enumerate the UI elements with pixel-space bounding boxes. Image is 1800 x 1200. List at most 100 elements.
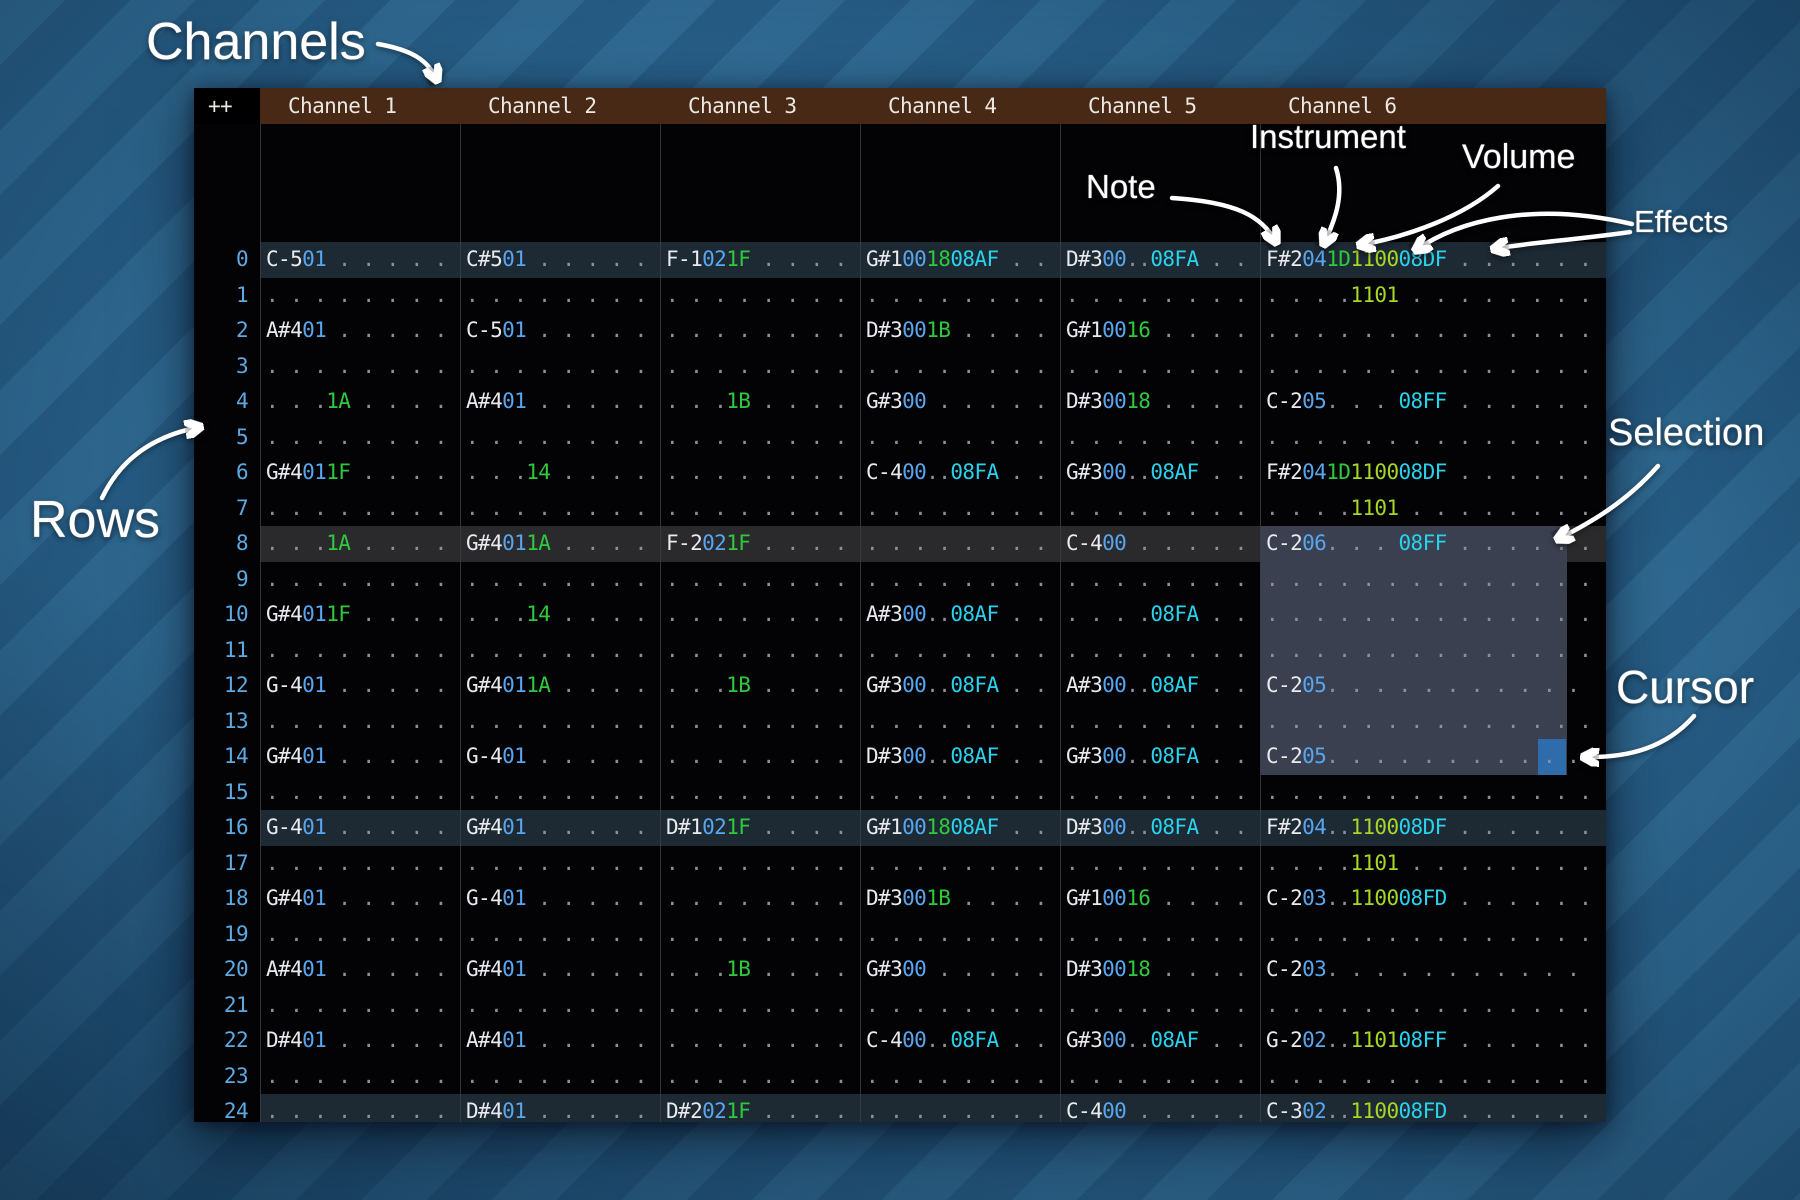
pattern-cell-r12-ch6[interactable]: C-205. . . . . . . . . . .: [1260, 668, 1606, 704]
pattern-cell-r10-ch5[interactable]: . . . .08FA . .: [1060, 597, 1260, 633]
pattern-cell-r7-ch3[interactable]: . . . . . . . .: [660, 491, 860, 527]
pattern-cell-r16-ch1[interactable]: G-401 . . . . .: [260, 810, 460, 846]
pattern-cell-r16-ch5[interactable]: D#300..08FA . .: [1060, 810, 1260, 846]
pattern-cell-r22-ch3[interactable]: . . . . . . . .: [660, 1023, 860, 1059]
pattern-cell-r19-ch4[interactable]: . . . . . . . .: [860, 917, 1060, 953]
pattern-cell-r8-ch6[interactable]: C-206. . . 08FF . . . . . .: [1260, 526, 1606, 562]
pattern-cell-r3-ch4[interactable]: . . . . . . . .: [860, 349, 1060, 385]
pattern-cell-r9-ch6[interactable]: . . . . . . . . . . . . . .: [1260, 562, 1606, 598]
pattern-cell-r10-ch3[interactable]: . . . . . . . .: [660, 597, 860, 633]
pattern-cell-r10-ch6[interactable]: . . . . . . . . . . . . . .: [1260, 597, 1606, 633]
pattern-cell-r16-ch6[interactable]: F#204..110008DF . . . . . .: [1260, 810, 1606, 846]
pattern-cell-r12-ch5[interactable]: A#300..08AF . .: [1060, 668, 1260, 704]
pattern-cell-r13-ch4[interactable]: . . . . . . . .: [860, 704, 1060, 740]
pattern-cell-r9-ch4[interactable]: . . . . . . . .: [860, 562, 1060, 598]
pattern-cell-r15-ch3[interactable]: . . . . . . . .: [660, 775, 860, 811]
pattern-cell-r16-ch2[interactable]: G#401 . . . . .: [460, 810, 660, 846]
pattern-cell-r18-ch6[interactable]: C-203..110008FD . . . . . .: [1260, 881, 1606, 917]
pattern-cell-r4-ch3[interactable]: . . .1B . . . .: [660, 384, 860, 420]
pattern-cell-r19-ch6[interactable]: . . . . . . . . . . . . . .: [1260, 917, 1606, 953]
pattern-cell-r12-ch4[interactable]: G#300..08FA . .: [860, 668, 1060, 704]
pattern-cell-r6-ch2[interactable]: . . .14 . . . .: [460, 455, 660, 491]
pattern-cell-r22-ch2[interactable]: A#401 . . . . .: [460, 1023, 660, 1059]
pattern-cell-r17-ch3[interactable]: . . . . . . . .: [660, 846, 860, 882]
pattern-cell-r20-ch6[interactable]: C-203. . . . . . . . . . .: [1260, 952, 1606, 988]
pattern-cell-r23-ch2[interactable]: . . . . . . . .: [460, 1059, 660, 1095]
pattern-cell-r6-ch1[interactable]: G#4011F . . . .: [260, 455, 460, 491]
pattern-cell-r21-ch1[interactable]: . . . . . . . .: [260, 988, 460, 1024]
pattern-cell-r3-ch3[interactable]: . . . . . . . .: [660, 349, 860, 385]
pattern-cell-r2-ch3[interactable]: . . . . . . . .: [660, 313, 860, 349]
pattern-cell-r7-ch1[interactable]: . . . . . . . .: [260, 491, 460, 527]
pattern-cell-r7-ch5[interactable]: . . . . . . . .: [1060, 491, 1260, 527]
channel-header-5[interactable]: Channel 5: [1060, 88, 1260, 124]
pattern-cell-r0-ch1[interactable]: C-501 . . . . .: [260, 242, 460, 278]
channel-header-1[interactable]: Channel 1: [260, 88, 460, 124]
pattern-cell-r8-ch2[interactable]: G#4011A . . . .: [460, 526, 660, 562]
pattern-cell-r21-ch5[interactable]: . . . . . . . .: [1060, 988, 1260, 1024]
pattern-cell-r1-ch1[interactable]: . . . . . . . .: [260, 278, 460, 314]
pattern-cell-r9-ch3[interactable]: . . . . . . . .: [660, 562, 860, 598]
pattern-cell-r20-ch2[interactable]: G#401 . . . . .: [460, 952, 660, 988]
pattern-cell-r19-ch2[interactable]: . . . . . . . .: [460, 917, 660, 953]
pattern-cell-r24-ch5[interactable]: C-400 . . . . .: [1060, 1094, 1260, 1122]
pattern-cell-r8-ch4[interactable]: . . . . . . . .: [860, 526, 1060, 562]
pattern-cell-r23-ch3[interactable]: . . . . . . . .: [660, 1059, 860, 1095]
pattern-cell-r22-ch4[interactable]: C-400..08FA . .: [860, 1023, 1060, 1059]
pattern-cell-r1-ch3[interactable]: . . . . . . . .: [660, 278, 860, 314]
pattern-cell-r24-ch1[interactable]: . . . . . . . .: [260, 1094, 460, 1122]
pattern-cell-r21-ch6[interactable]: . . . . . . . . . . . . . .: [1260, 988, 1606, 1024]
pattern-cell-r16-ch4[interactable]: G#1001808AF . .: [860, 810, 1060, 846]
pattern-cell-r23-ch6[interactable]: . . . . . . . . . . . . . .: [1260, 1059, 1606, 1095]
pattern-cell-r20-ch5[interactable]: D#30018 . . . .: [1060, 952, 1260, 988]
pattern-cell-r23-ch1[interactable]: . . . . . . . .: [260, 1059, 460, 1095]
pattern-cell-r6-ch5[interactable]: G#300..08AF . .: [1060, 455, 1260, 491]
pattern-cell-r19-ch3[interactable]: . . . . . . . .: [660, 917, 860, 953]
pattern-cell-r24-ch2[interactable]: D#401 . . . . .: [460, 1094, 660, 1122]
pattern-cell-r2-ch4[interactable]: D#3001B . . . .: [860, 313, 1060, 349]
pattern-cell-r22-ch1[interactable]: D#401 . . . . .: [260, 1023, 460, 1059]
pattern-cell-r13-ch2[interactable]: . . . . . . . .: [460, 704, 660, 740]
pattern-cell-r4-ch6[interactable]: C-205. . . 08FF . . . . . .: [1260, 384, 1606, 420]
pattern-cell-r9-ch1[interactable]: . . . . . . . .: [260, 562, 460, 598]
pattern-cell-r21-ch3[interactable]: . . . . . . . .: [660, 988, 860, 1024]
pattern-cell-r11-ch1[interactable]: . . . . . . . .: [260, 633, 460, 669]
pattern-cell-r14-ch2[interactable]: G-401 . . . . .: [460, 739, 660, 775]
pattern-cell-r0-ch5[interactable]: D#300..08FA . .: [1060, 242, 1260, 278]
pattern-cell-r18-ch2[interactable]: G-401 . . . . .: [460, 881, 660, 917]
pattern-cell-r5-ch5[interactable]: . . . . . . . .: [1060, 420, 1260, 456]
channel-header-4[interactable]: Channel 4: [860, 88, 1060, 124]
pattern-cell-r4-ch4[interactable]: G#300 . . . . .: [860, 384, 1060, 420]
pattern-grid[interactable]: 0C-501 . . . . .C#501 . . . . .F-1021F .…: [194, 242, 1606, 1122]
pattern-cell-r3-ch2[interactable]: . . . . . . . .: [460, 349, 660, 385]
pattern-cell-r5-ch1[interactable]: . . . . . . . .: [260, 420, 460, 456]
channel-header-2[interactable]: Channel 2: [460, 88, 660, 124]
pattern-cell-r14-ch4[interactable]: D#300..08AF . .: [860, 739, 1060, 775]
pattern-cell-r20-ch4[interactable]: G#300 . . . . .: [860, 952, 1060, 988]
pattern-cell-r3-ch6[interactable]: . . . . . . . . . . . . . .: [1260, 349, 1606, 385]
channel-header-3[interactable]: Channel 3: [660, 88, 860, 124]
pattern-cell-r18-ch5[interactable]: G#10016 . . . .: [1060, 881, 1260, 917]
pattern-cell-r12-ch3[interactable]: . . .1B . . . .: [660, 668, 860, 704]
pattern-cell-r5-ch6[interactable]: . . . . . . . . . . . . . .: [1260, 420, 1606, 456]
pattern-cell-r1-ch2[interactable]: . . . . . . . .: [460, 278, 660, 314]
pattern-cell-r2-ch2[interactable]: C-501 . . . . .: [460, 313, 660, 349]
pattern-cell-r14-ch5[interactable]: G#300..08FA . .: [1060, 739, 1260, 775]
pattern-cell-r15-ch4[interactable]: . . . . . . . .: [860, 775, 1060, 811]
pattern-cell-r2-ch1[interactable]: A#401 . . . . .: [260, 313, 460, 349]
pattern-cell-r11-ch3[interactable]: . . . . . . . .: [660, 633, 860, 669]
pattern-cell-r11-ch2[interactable]: . . . . . . . .: [460, 633, 660, 669]
pattern-cell-r22-ch6[interactable]: G-202..110108FF . . . . . .: [1260, 1023, 1606, 1059]
pattern-cell-r0-ch4[interactable]: G#1001808AF . .: [860, 242, 1060, 278]
pattern-cell-r2-ch5[interactable]: G#10016 . . . .: [1060, 313, 1260, 349]
pattern-cell-r22-ch5[interactable]: G#300..08AF . .: [1060, 1023, 1260, 1059]
pattern-cell-r6-ch6[interactable]: F#2041D110008DF . . . . . .: [1260, 455, 1606, 491]
pattern-cell-r20-ch3[interactable]: . . .1B . . . .: [660, 952, 860, 988]
tracker-pattern-editor[interactable]: ++Channel 1Channel 2Channel 3Channel 4Ch…: [194, 88, 1606, 1122]
pattern-cell-r4-ch2[interactable]: A#401 . . . . .: [460, 384, 660, 420]
pattern-cell-r5-ch4[interactable]: . . . . . . . .: [860, 420, 1060, 456]
pattern-cell-r24-ch3[interactable]: D#2021F . . . .: [660, 1094, 860, 1122]
pattern-cell-r24-ch4[interactable]: . . . . . . . .: [860, 1094, 1060, 1122]
pattern-cell-r6-ch4[interactable]: C-400..08FA . .: [860, 455, 1060, 491]
pattern-cell-r13-ch5[interactable]: . . . . . . . .: [1060, 704, 1260, 740]
